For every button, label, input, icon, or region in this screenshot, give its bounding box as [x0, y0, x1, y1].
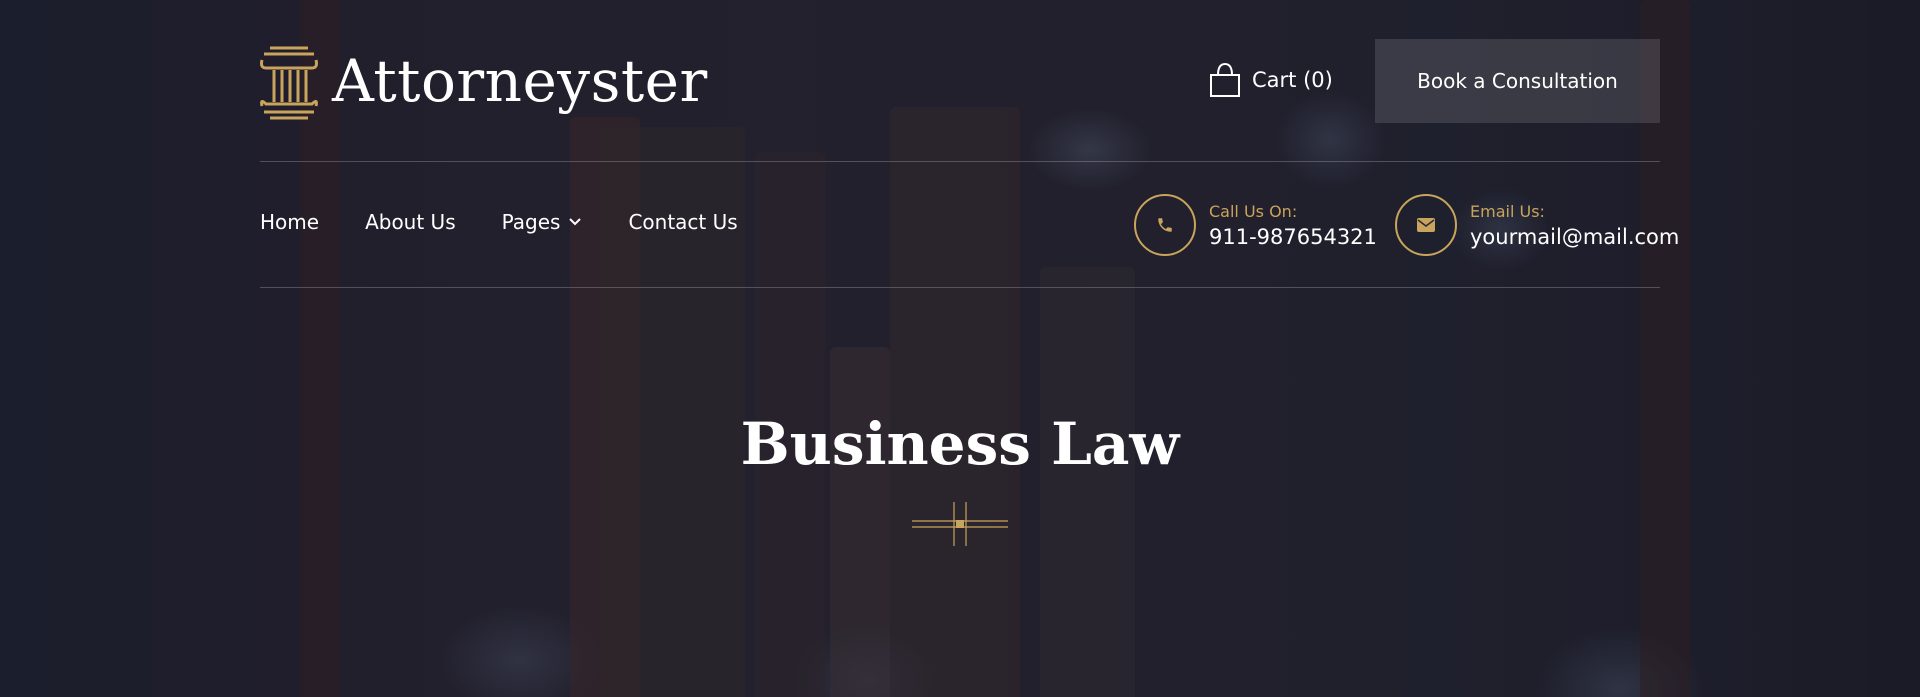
nav-item-label: About Us [365, 210, 456, 234]
phone-icon-circle [1134, 194, 1196, 256]
nav-divider [260, 287, 1660, 288]
site-logo[interactable]: Attorneyster [258, 40, 708, 122]
nav-item-label: Home [260, 210, 320, 234]
pillar-logo-icon [260, 46, 318, 120]
ornament-divider-icon [912, 502, 1008, 546]
main-nav: Home About Us Pages Contact Us [260, 210, 738, 234]
book-consultation-button[interactable]: Book a Consultation [1375, 39, 1660, 123]
page-title: Business Law [740, 410, 1180, 478]
nav-item-pages[interactable]: Pages [502, 210, 583, 234]
phone-label: Call Us On: [1209, 201, 1298, 221]
cart-label: Cart (0) [1252, 68, 1333, 92]
brand-name: Attorneyster [332, 47, 708, 115]
nav-item-about-us[interactable]: About Us [365, 210, 456, 234]
header-divider [260, 161, 1660, 162]
phone-contact[interactable]: Call Us On: 911-987654321 [1134, 194, 1377, 256]
shopping-bag-icon [1210, 62, 1240, 97]
nav-item-label: Pages [501, 210, 561, 234]
nav-item-home[interactable]: Home [260, 210, 319, 234]
phone-number: 911-987654321 [1209, 224, 1377, 249]
email-contact[interactable]: Email Us: yourmail@mail.com [1395, 194, 1679, 256]
nav-item-label: Contact Us [628, 210, 738, 234]
email-address: yourmail@mail.com [1470, 224, 1680, 249]
nav-item-contact-us[interactable]: Contact Us [628, 210, 737, 234]
email-icon-circle [1395, 194, 1457, 256]
chevron-down-icon [569, 218, 582, 226]
phone-icon [1158, 218, 1172, 232]
cart-link[interactable]: Cart (0) [1208, 62, 1333, 98]
email-label: Email Us: [1470, 201, 1545, 221]
envelope-icon [1417, 218, 1435, 232]
